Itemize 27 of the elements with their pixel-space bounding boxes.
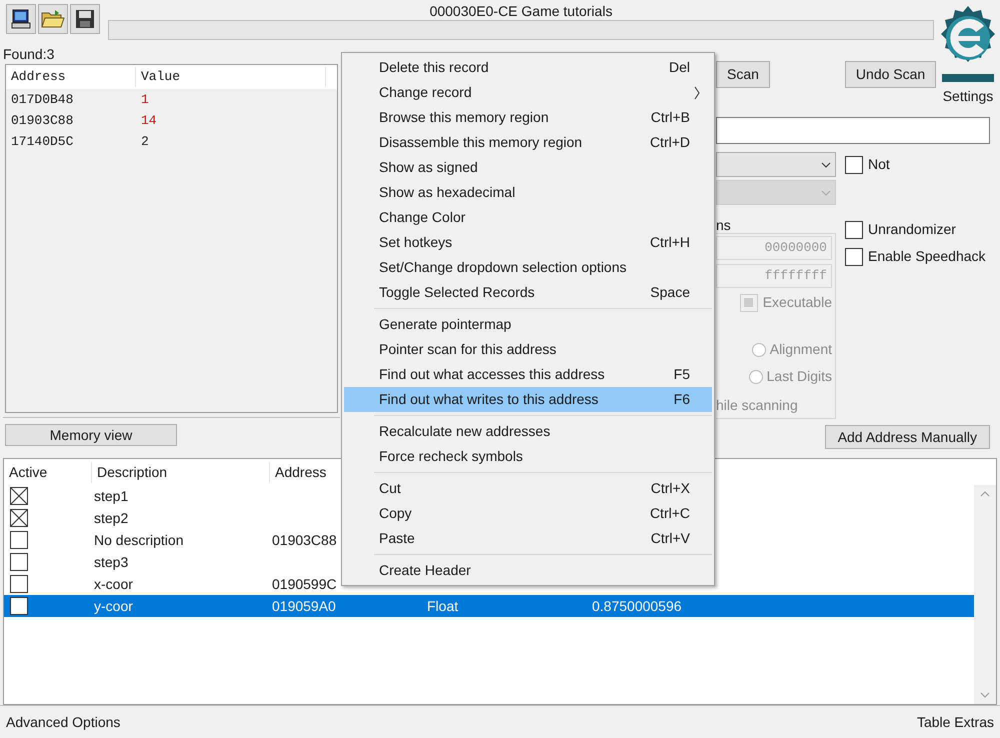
description-cell-text: No description [93, 530, 184, 550]
description-cell-text: step1 [93, 486, 130, 506]
radio-label: Alignment [770, 340, 832, 359]
checkbox-label: Unrandomizer [868, 220, 956, 239]
group-label: ns [716, 217, 732, 233]
description-cell-text: step2 [93, 508, 130, 528]
checkbox-label: Not [868, 155, 890, 174]
checkbox-label: Enable Speedhack [868, 247, 986, 266]
value-cell-text: 14 [140, 112, 157, 130]
address-cell: 019059A0 [272, 598, 336, 614]
description-cell-text: step3 [93, 552, 130, 572]
scanning-option-label: hile scanning [716, 396, 798, 415]
type-cell: Float [427, 598, 458, 614]
value-cell-text: 0.8750000596 [591, 596, 682, 616]
value-cell-text: 1 [140, 90, 149, 109]
address-cell-text: 01903C88 [10, 112, 74, 130]
address-cell: 0190599C [272, 576, 337, 592]
found-count: Found:3 [3, 46, 56, 62]
value-cell-text: 2 [140, 132, 149, 151]
window-title: 000030E0-CE Game tutorials [430, 3, 612, 19]
checkbox-label: Executable [762, 293, 832, 312]
description-cell-text: y-coor [93, 596, 134, 616]
address-cell-text: 017D0B48 [10, 90, 74, 109]
address-cell: 01903C88 [272, 532, 337, 548]
radio-label: Last Digits [766, 367, 832, 386]
address-cell-text: 17140D5C [10, 132, 74, 151]
description-cell-text: x-coor [93, 574, 134, 594]
